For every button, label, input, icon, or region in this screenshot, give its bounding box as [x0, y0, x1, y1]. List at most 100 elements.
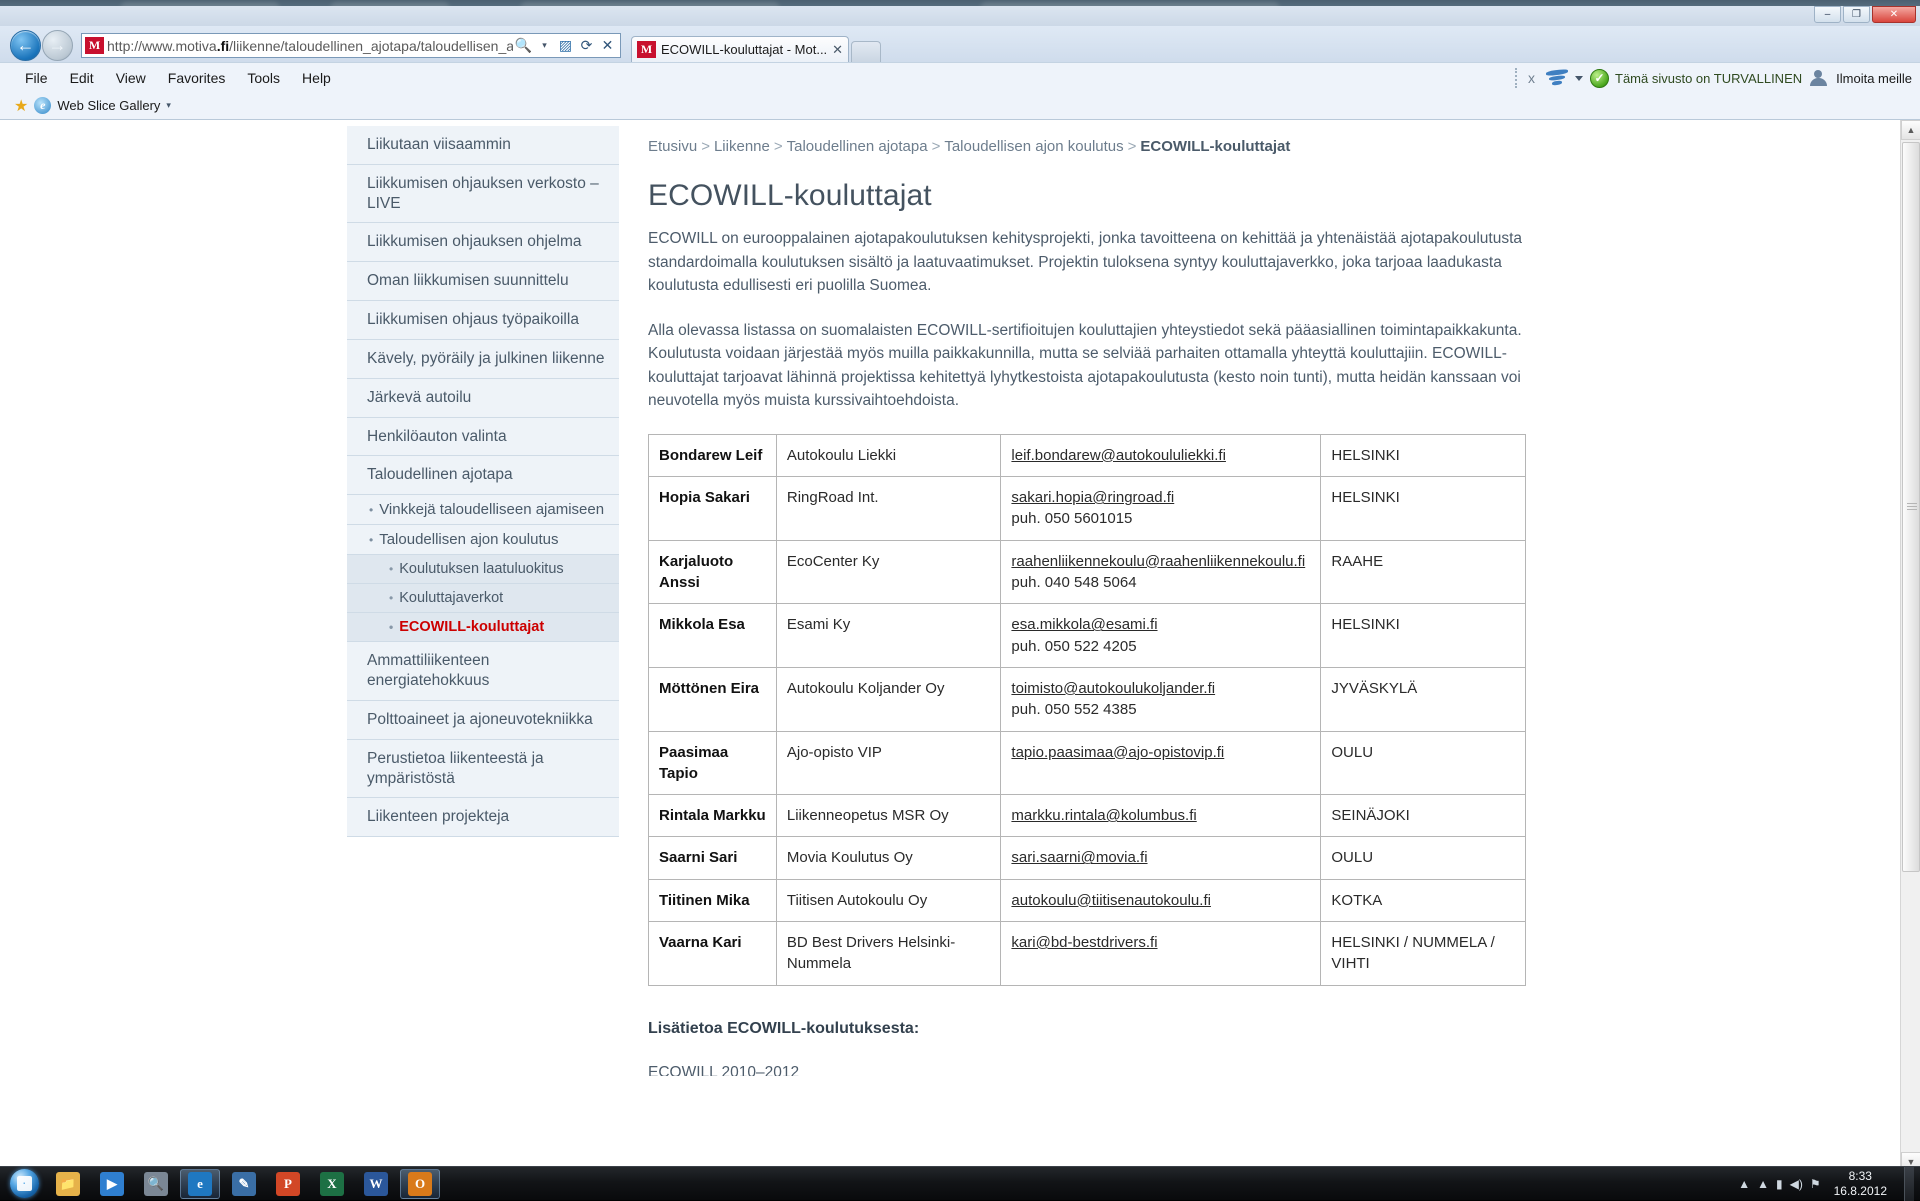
sidebar-item-j-rkev-autoilu[interactable]: Järkevä autoilu	[347, 379, 619, 418]
scroll-up-arrow-icon[interactable]: ▲	[1901, 120, 1920, 140]
menu-edit[interactable]: Edit	[59, 70, 105, 86]
menu-favorites[interactable]: Favorites	[157, 70, 237, 86]
email-link[interactable]: raahenliikennekoulu@raahenliikennekoulu.…	[1011, 551, 1305, 572]
taskbar-explorer-icon[interactable]: 📁	[48, 1169, 88, 1199]
table-row: Bondarew LeifAutokoulu Liekkileif.bondar…	[649, 434, 1526, 476]
sidebar-item-liikkumisen-ohjaus-ty-paikoilla[interactable]: Liikkumisen ohjaus työpaikoilla	[347, 301, 619, 340]
sidebar-item-oman-liikkumisen-suunnittelu[interactable]: Oman liikkumisen suunnittelu	[347, 262, 619, 301]
address-input[interactable]: http://www.motiva.fi/liikenne/taloudelli…	[107, 38, 513, 54]
battery-icon[interactable]: ▮	[1776, 1177, 1783, 1191]
search-icon[interactable]: 🔍	[513, 37, 534, 54]
sidebar-item-k-vely-py-r-ily-ja-julkinen-liikenne[interactable]: Kävely, pyöräily ja julkinen liikenne	[347, 340, 619, 379]
star-icon[interactable]: ★	[14, 96, 28, 116]
sidebar-item-label: Taloudellinen ajotapa	[367, 466, 513, 483]
email-link[interactable]: leif.bondarew@autokoululiekki.fi	[1011, 445, 1226, 466]
trainer-organization: Autokoulu Koljander Oy	[776, 667, 1001, 731]
close-window-button[interactable]: ✕	[1872, 6, 1916, 23]
forward-arrow-icon[interactable]: →	[42, 30, 73, 61]
minimize-button[interactable]: –	[1814, 6, 1841, 23]
network-icon[interactable]: ▲	[1757, 1177, 1769, 1191]
email-link[interactable]: kari@bd-bestdrivers.fi	[1011, 932, 1157, 953]
phone-number: puh. 050 552 4385	[1011, 699, 1310, 720]
menu-view[interactable]: View	[105, 70, 157, 86]
taskbar-internet-explorer-icon[interactable]: e	[180, 1169, 220, 1199]
sidebar-item-liikenteen-projekteja[interactable]: Liikenteen projekteja	[347, 798, 619, 837]
chevron-down-icon[interactable]: ▾	[534, 40, 555, 51]
menu-file[interactable]: File	[14, 70, 59, 86]
taskbar-powerpoint-icon[interactable]: P	[268, 1169, 308, 1199]
sidebar-item-ammattiliikenteen-energiatehokkuus[interactable]: Ammattiliikenteen energiatehokkuus	[347, 642, 619, 701]
phone-number: puh. 050 5601015	[1011, 508, 1310, 529]
stop-icon[interactable]: ✕	[597, 37, 618, 54]
sidebar-item-liikkumisen-ohjauksen-verkosto-live[interactable]: Liikkumisen ohjauksen verkosto – LIVE	[347, 165, 619, 224]
vertical-scrollbar[interactable]: ▲ ▼	[1900, 120, 1920, 1172]
scrollbar-thumb[interactable]	[1902, 142, 1920, 872]
sidebar-item-label: Perustietoa liikenteestä ja ympäristöstä	[367, 750, 544, 787]
trainer-name: Bondarew Leif	[649, 434, 777, 476]
email-link[interactable]: markku.rintala@kolumbus.fi	[1011, 805, 1196, 826]
report-link[interactable]: Ilmoita meille	[1836, 71, 1912, 86]
trainer-city: HELSINKI	[1321, 604, 1526, 668]
bullet-icon: •	[369, 533, 373, 547]
taskbar-word-icon[interactable]: W	[356, 1169, 396, 1199]
show-hidden-icons-icon[interactable]: ▲	[1738, 1177, 1750, 1191]
sidebar-item-taloudellisen-ajon-koulutus[interactable]: •Taloudellisen ajon koulutus	[347, 525, 619, 555]
new-tab-button[interactable]	[851, 41, 881, 63]
tab-ecowill-kouluttajat[interactable]: M ECOWILL-kouluttajat - Mot... ✕	[631, 36, 849, 63]
show-desktop-button[interactable]	[1904, 1167, 1914, 1201]
taskbar-outlook-icon[interactable]: O	[400, 1169, 440, 1199]
refresh-icon[interactable]: ⟳	[576, 37, 597, 54]
chevron-down-icon[interactable]	[1575, 76, 1583, 81]
table-row: Tiitinen MikaTiitisen Autokoulu Oyautoko…	[649, 879, 1526, 921]
feed-icon[interactable]: ▨	[555, 37, 576, 54]
trainer-organization: Esami Ky	[776, 604, 1001, 668]
sidebar-item-vinkkej-taloudelliseen-ajamiseen[interactable]: •Vinkkejä taloudelliseen ajamiseen	[347, 495, 619, 525]
sidebar-item-liikkumisen-ohjauksen-ohjelma[interactable]: Liikkumisen ohjauksen ohjelma	[347, 223, 619, 262]
email-link[interactable]: sari.saarni@movia.fi	[1011, 847, 1147, 868]
taskbar-paint-tool-icon[interactable]: ✎	[224, 1169, 264, 1199]
clock[interactable]: 8:33 16.8.2012	[1828, 1169, 1893, 1199]
email-link[interactable]: esa.mikkola@esami.fi	[1011, 614, 1157, 635]
chevron-down-icon[interactable]: ▾	[166, 100, 171, 111]
sidebar-item-polttoaineet-ja-ajoneuvotekniikka[interactable]: Polttoaineet ja ajoneuvotekniikka	[347, 701, 619, 740]
sidebar-item-perustietoa-liikenteest-ja-ymp-rist-st[interactable]: Perustietoa liikenteestä ja ympäristöstä	[347, 740, 619, 799]
email-link[interactable]: autokoulu@tiitisenautokoulu.fi	[1011, 890, 1211, 911]
sidebar-item-henkil-auton-valinta[interactable]: Henkilöauton valinta	[347, 418, 619, 457]
close-icon[interactable]: ✕	[832, 42, 843, 58]
close-toolbar-button[interactable]: x	[1524, 70, 1539, 86]
trainer-city: RAAHE	[1321, 540, 1526, 604]
breadcrumb-item-3[interactable]: Taloudellinen ajotapa	[787, 138, 928, 155]
email-link[interactable]: toimisto@autokoulukoljander.fi	[1011, 678, 1215, 699]
trainer-organization: Movia Koulutus Oy	[776, 837, 1001, 879]
excel-glyph: X	[320, 1172, 344, 1196]
menu-help[interactable]: Help	[291, 70, 342, 86]
web-slice-gallery-link[interactable]: Web Slice Gallery	[57, 98, 160, 113]
start-button[interactable]	[2, 1168, 46, 1200]
menu-tools[interactable]: Tools	[236, 70, 291, 86]
sidebar-item-taloudellinen-ajotapa[interactable]: Taloudellinen ajotapa	[347, 456, 619, 495]
sidebar-item-koulutuksen-laatuluokitus[interactable]: •Koulutuksen laatuluokitus	[347, 555, 619, 584]
volume-icon[interactable]: ◀)	[1790, 1177, 1803, 1191]
email-link[interactable]: sakari.hopia@ringroad.fi	[1011, 487, 1174, 508]
wifi-icon[interactable]	[1546, 70, 1568, 86]
tab-title: ECOWILL-kouluttajat - Mot...	[661, 42, 827, 57]
sidebar-item-liikutaan-viisaammin[interactable]: Liikutaan viisaammin	[347, 126, 619, 165]
breadcrumb-item-2[interactable]: Liikenne	[714, 138, 770, 155]
table-row: Paasimaa TapioAjo-opisto VIPtapio.paasim…	[649, 731, 1526, 795]
address-bar[interactable]: M http://www.motiva.fi/liikenne/taloudel…	[81, 33, 621, 58]
sidebar-item-kouluttajaverkot[interactable]: •Kouluttajaverkot	[347, 584, 619, 613]
taskbar-media-player-icon[interactable]: ▶	[92, 1169, 132, 1199]
breadcrumb-item-1[interactable]: Etusivu	[648, 138, 697, 155]
trainer-contact: sakari.hopia@ringroad.fipuh. 050 5601015	[1001, 477, 1321, 541]
sidebar-item-ecowill-kouluttajat[interactable]: •ECOWILL-kouluttajat	[347, 613, 619, 642]
action-center-icon[interactable]: ⚑	[1810, 1177, 1821, 1191]
tab-favicon-icon: M	[637, 41, 656, 58]
back-arrow-icon[interactable]: ←	[10, 30, 41, 61]
taskbar-excel-icon[interactable]: X	[312, 1169, 352, 1199]
site-safety-badge[interactable]: ✓ Tämä sivusto on TURVALLINEN	[1590, 69, 1802, 88]
email-link[interactable]: tapio.paasimaa@ajo-opistovip.fi	[1011, 742, 1224, 763]
maximize-button[interactable]: ❐	[1843, 6, 1870, 23]
breadcrumb-item-4[interactable]: Taloudellisen ajon koulutus	[944, 138, 1123, 155]
sidebar-navigation: Liikutaan viisaamminLiikkumisen ohjaukse…	[347, 126, 619, 837]
taskbar-search-tool-icon[interactable]: 🔍	[136, 1169, 176, 1199]
